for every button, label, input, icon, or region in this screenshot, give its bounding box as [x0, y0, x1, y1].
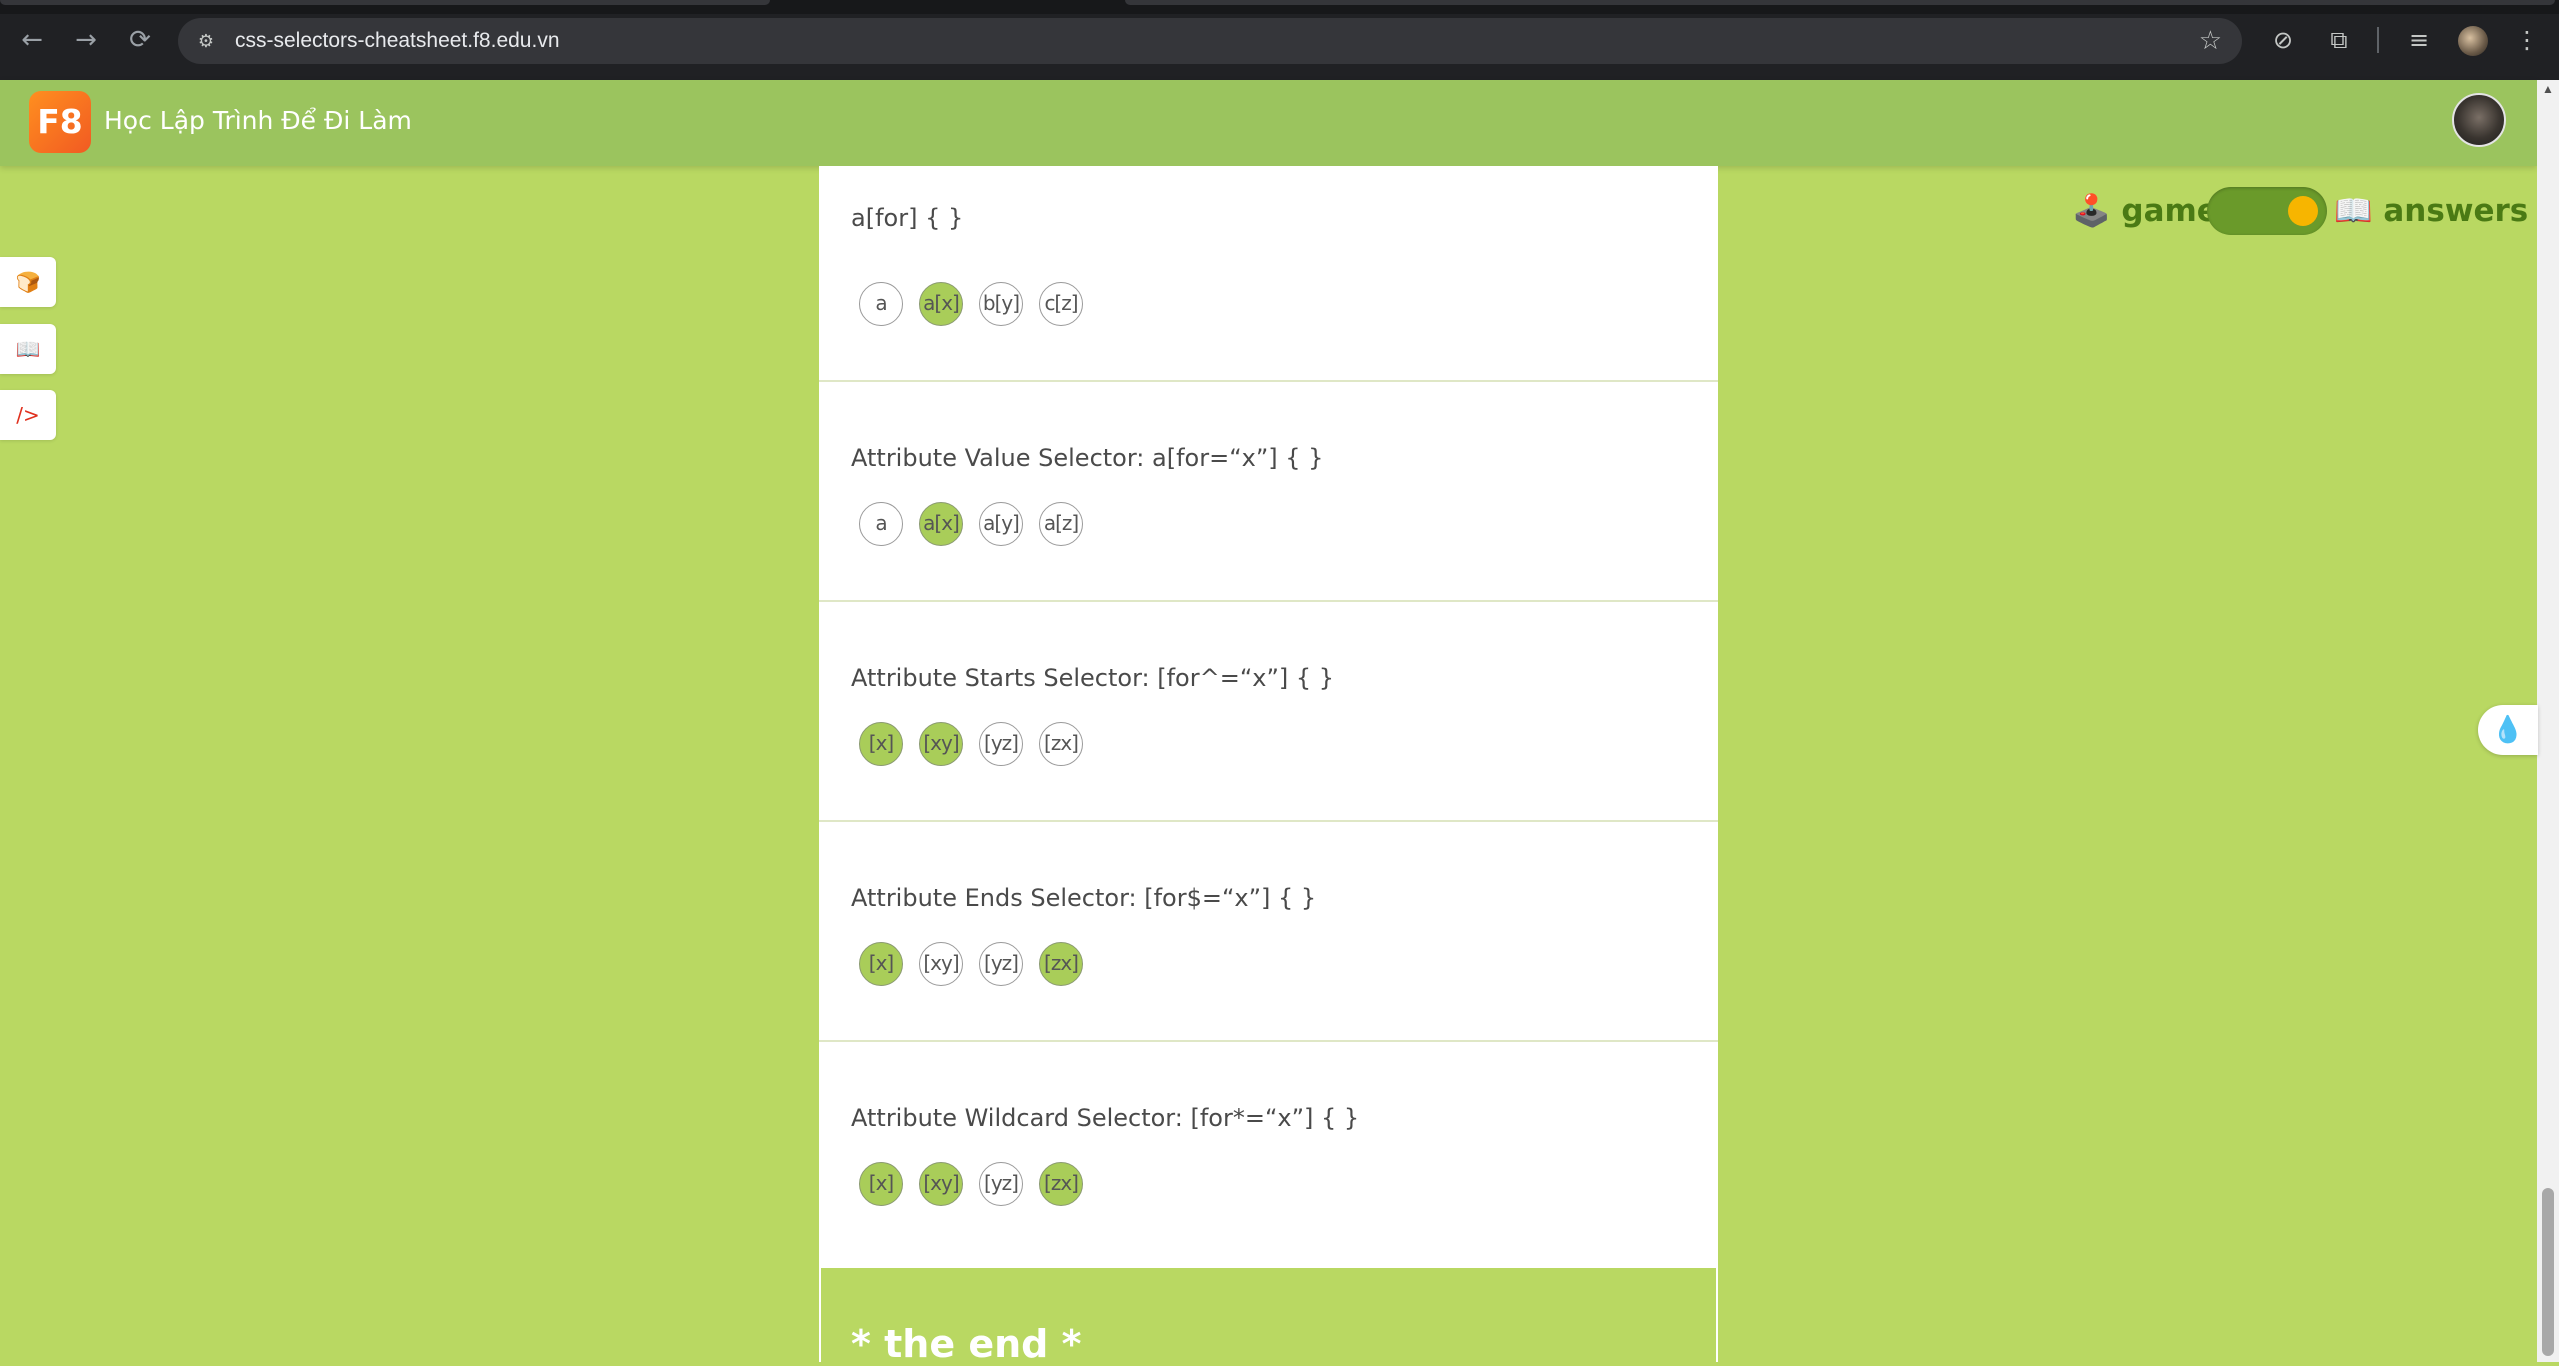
element-chip-selected[interactable]: [zx] [1039, 942, 1083, 986]
media-queue-icon[interactable]: ≡ [2403, 24, 2435, 56]
card-title: Attribute Value Selector: a[for=“x”] { } [851, 444, 1324, 472]
tab-hint-left [0, 0, 770, 5]
bread-icon: 🍞 [15, 270, 41, 294]
site-title[interactable]: Học Lập Trình Để Đi Làm [104, 106, 412, 135]
element-chip-selected[interactable]: [xy] [919, 722, 963, 766]
game-label[interactable]: 🕹️ game [2072, 192, 2218, 229]
selector-card: a[for] { } a a[x] b[y] c[z] [819, 166, 1718, 382]
element-chip-selected[interactable]: [x] [859, 942, 903, 986]
element-chip[interactable]: a [859, 282, 903, 326]
element-chip-selected[interactable]: [xy] [919, 1162, 963, 1206]
element-chip[interactable]: [zx] [1039, 722, 1083, 766]
element-chip-selected[interactable]: a[x] [919, 502, 963, 546]
f8-logo[interactable]: F8 [29, 91, 91, 153]
toggle-knob[interactable] [2288, 196, 2318, 226]
bookmark-star-icon[interactable]: ☆ [2199, 26, 2222, 56]
element-chip[interactable]: a [859, 502, 903, 546]
element-chip-selected[interactable]: a[x] [919, 282, 963, 326]
site-info-icon[interactable]: ⚙ [194, 30, 218, 52]
url-text[interactable]: css-selectors-cheatsheet.f8.edu.vn [235, 29, 560, 53]
element-chip[interactable]: c[z] [1039, 282, 1083, 326]
browser-toolbar: ← → ⟳ ⚙ css-selectors-cheatsheet.f8.edu.… [0, 0, 2559, 80]
toolbar-separator [2377, 27, 2379, 53]
selector-card: Attribute Value Selector: a[for=“x”] { }… [819, 382, 1718, 602]
element-chip[interactable]: a[y] [979, 502, 1023, 546]
selector-card: Attribute Starts Selector: [for^=“x”] { … [819, 602, 1718, 822]
card-title: a[for] { } [851, 204, 964, 232]
puzzle-icon[interactable]: ⧉ [2323, 24, 2355, 56]
the-end-card: * the end * [819, 1266, 1718, 1366]
page-scrollbar[interactable]: ▲ [2537, 80, 2559, 1362]
element-chip[interactable]: [yz] [979, 722, 1023, 766]
card-title: Attribute Starts Selector: [for^=“x”] { … [851, 664, 1335, 692]
compass-icon[interactable]: ⊘ [2267, 24, 2299, 56]
element-chip[interactable]: b[y] [979, 282, 1023, 326]
tab-strip [0, 0, 2559, 14]
element-chip[interactable]: [yz] [979, 1162, 1023, 1206]
card-title: Attribute Ends Selector: [for$=“x”] { } [851, 884, 1317, 912]
user-avatar[interactable] [2452, 93, 2506, 147]
selector-card: Attribute Wildcard Selector: [for*=“x”] … [819, 1042, 1718, 1264]
site-header: F8 Học Lập Trình Để Đi Làm [0, 80, 2537, 166]
bread-button[interactable]: 🍞 [0, 257, 56, 307]
forward-icon[interactable]: → [68, 22, 104, 58]
cheatsheet-panel: a[for] { } a a[x] b[y] c[z] Attribute Va… [819, 166, 1718, 1366]
element-chip[interactable]: [xy] [919, 942, 963, 986]
scroll-up-icon[interactable]: ▲ [2537, 80, 2559, 98]
element-chip-selected[interactable]: [x] [859, 722, 903, 766]
element-chip-selected[interactable]: [x] [859, 1162, 903, 1206]
book-icon: 📖 [15, 337, 41, 361]
element-chip[interactable]: a[z] [1039, 502, 1083, 546]
card-title: Attribute Wildcard Selector: [for*=“x”] … [851, 1104, 1360, 1132]
code-icon: /> [16, 403, 40, 427]
back-icon[interactable]: ← [14, 22, 50, 58]
water-drop-sparkle-icon[interactable]: 💧 [2478, 705, 2538, 755]
selector-card: Attribute Ends Selector: [for$=“x”] { } … [819, 822, 1718, 1042]
book-button[interactable]: 📖 [0, 324, 56, 374]
kebab-menu-icon[interactable]: ⋮ [2511, 24, 2543, 56]
element-chip-selected[interactable]: [zx] [1039, 1162, 1083, 1206]
mode-toggle[interactable] [2207, 187, 2327, 235]
scrollbar-thumb[interactable] [2542, 1188, 2554, 1356]
code-button[interactable]: /> [0, 390, 56, 440]
address-bar[interactable]: ⚙ css-selectors-cheatsheet.f8.edu.vn ☆ [178, 18, 2242, 64]
the-end-text: * the end * [851, 1322, 1082, 1366]
tab-hint-right [1125, 0, 2555, 5]
answers-label[interactable]: 📖 answers [2334, 192, 2528, 229]
reload-icon[interactable]: ⟳ [122, 22, 158, 58]
element-chip[interactable]: [yz] [979, 942, 1023, 986]
browser-profile-avatar[interactable] [2458, 26, 2488, 56]
